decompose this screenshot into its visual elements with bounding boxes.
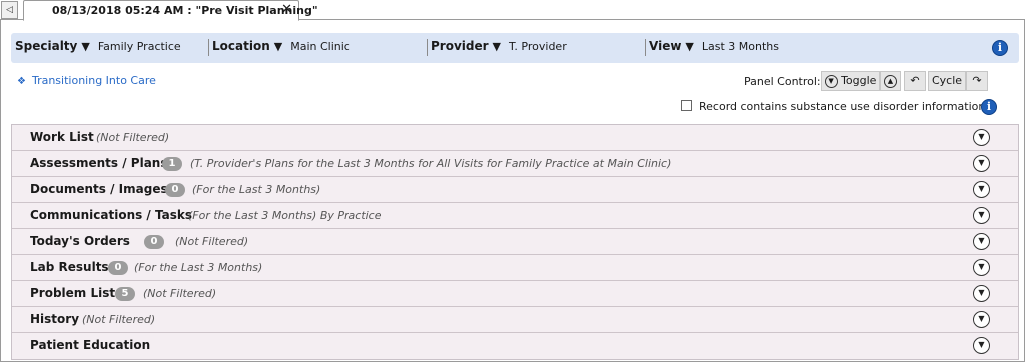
panel-description: (For the Last 3 Months) bbox=[134, 261, 263, 274]
collapse-icon: ▲ bbox=[884, 74, 897, 88]
provider-label: Provider bbox=[431, 39, 489, 53]
undo-arrow-icon: ↶ bbox=[910, 74, 920, 87]
expand-panel-icon[interactable]: ▼ bbox=[973, 155, 990, 172]
panel-work-list[interactable]: Work List (Not Filtered) ▼ bbox=[12, 125, 1018, 151]
panel-todays-orders[interactable]: Today's Orders 0 (Not Filtered) ▼ bbox=[12, 229, 1018, 255]
panel-title: Lab Results bbox=[30, 260, 109, 274]
specialty-label: Specialty bbox=[15, 39, 78, 53]
panel-title: Work List bbox=[30, 130, 94, 144]
specialty-filter[interactable]: Specialty ▼ Family Practice bbox=[15, 39, 181, 53]
panel-title: Today's Orders bbox=[30, 234, 130, 248]
expand-panel-icon[interactable]: ▼ bbox=[973, 233, 990, 250]
substance-use-label: Record contains substance use disorder i… bbox=[699, 100, 986, 113]
cycle-forward-button[interactable]: ↷ bbox=[966, 71, 988, 91]
count-badge: 0 bbox=[108, 261, 128, 275]
tab-pre-visit-planning[interactable]: 08/13/2018 05:24 AM : "Pre Visit Plannin… bbox=[23, 0, 318, 21]
collapse-all-button[interactable]: ▲ bbox=[880, 71, 901, 91]
panel-patient-education[interactable]: Patient Education ▼ bbox=[12, 333, 1018, 359]
specialty-value: Family Practice bbox=[97, 40, 181, 53]
location-value: Main Clinic bbox=[290, 40, 350, 53]
filter-bar: Specialty ▼ Family Practice Location ▼ Main … bbox=[11, 33, 1019, 63]
panel-description: (T. Provider's Plans for the Last 3 Mont… bbox=[190, 157, 672, 170]
chevron-down-icon[interactable]: ▼ bbox=[274, 40, 282, 53]
substance-use-checkbox[interactable] bbox=[681, 100, 692, 111]
panel-title: Problem List bbox=[30, 286, 116, 300]
view-label: View bbox=[649, 39, 682, 53]
panel-control-label: Panel Control: bbox=[744, 75, 821, 88]
care-link-label: Transitioning Into Care bbox=[31, 74, 156, 87]
expand-panel-icon[interactable]: ▼ bbox=[973, 311, 990, 328]
divider bbox=[208, 39, 209, 56]
count-badge: 5 bbox=[115, 287, 135, 301]
chevron-down-icon[interactable]: ▼ bbox=[685, 40, 693, 53]
view-value: Last 3 Months bbox=[701, 40, 780, 53]
expand-panel-icon[interactable]: ▼ bbox=[973, 259, 990, 276]
tab-scroll-left-button[interactable]: ◁ bbox=[1, 1, 18, 19]
cycle-button[interactable]: Cycle bbox=[928, 71, 966, 91]
panel-problem-list[interactable]: Problem List 5 (Not Filtered) ▼ bbox=[12, 281, 1018, 307]
panel-description: (Not Filtered) bbox=[175, 235, 249, 248]
panel-list: Work List (Not Filtered) ▼ Assessments /… bbox=[11, 124, 1019, 360]
expand-icon: ▼ bbox=[824, 74, 838, 88]
tab-title: 08/13/2018 05:24 AM : "Pre Visit Plannin… bbox=[52, 4, 318, 17]
content-frame: Specialty ▼ Family Practice Location ▼ Main … bbox=[0, 20, 1025, 362]
panel-history[interactable]: History (Not Filtered) ▼ bbox=[12, 307, 1018, 333]
transitioning-into-care-link[interactable]: ❖ Transitioning Into Care bbox=[17, 74, 156, 87]
panel-title: Patient Education bbox=[30, 338, 151, 352]
provider-filter[interactable]: Provider ▼ T. Provider bbox=[431, 39, 567, 53]
count-badge: 0 bbox=[144, 235, 164, 249]
expand-panel-icon[interactable]: ▼ bbox=[973, 337, 990, 354]
count-badge: 0 bbox=[165, 183, 185, 197]
divider bbox=[645, 39, 646, 56]
tab-strip: ◁ 08/13/2018 05:24 AM : "Pre Visit Plann… bbox=[0, 0, 1025, 21]
provider-value: T. Provider bbox=[509, 40, 567, 53]
cycle-label: Cycle bbox=[931, 74, 963, 87]
panel-title: History bbox=[30, 312, 80, 326]
close-icon[interactable]: ✕ bbox=[281, 3, 292, 17]
divider bbox=[427, 39, 428, 56]
expand-panel-icon[interactable]: ▼ bbox=[973, 285, 990, 302]
expand-panel-icon[interactable]: ▼ bbox=[973, 207, 990, 224]
toggle-label: Toggle bbox=[841, 74, 877, 87]
chevron-down-icon[interactable]: ▼ bbox=[81, 40, 89, 53]
panel-description: (Not Filtered) bbox=[96, 131, 170, 144]
panel-description: (For the Last 3 Months) bbox=[192, 183, 321, 196]
info-icon[interactable]: i bbox=[981, 99, 997, 115]
location-label: Location bbox=[212, 39, 270, 53]
panel-documents-images[interactable]: Documents / Images 0 (For the Last 3 Mon… bbox=[12, 177, 1018, 203]
panel-description: (Not Filtered) bbox=[143, 287, 217, 300]
panel-description: (Not Filtered) bbox=[82, 313, 156, 326]
chevron-down-icon[interactable]: ▼ bbox=[493, 40, 501, 53]
count-badge: 1 bbox=[162, 157, 182, 171]
redo-arrow-icon: ↷ bbox=[972, 74, 982, 87]
location-filter[interactable]: Location ▼ Main Clinic bbox=[212, 39, 350, 53]
panel-lab-results[interactable]: Lab Results 0 (For the Last 3 Months) ▼ bbox=[12, 255, 1018, 281]
expand-panel-icon[interactable]: ▼ bbox=[973, 129, 990, 146]
diamond-icon: ❖ bbox=[17, 76, 26, 87]
toggle-button[interactable]: ▼ Toggle bbox=[821, 71, 880, 91]
panel-assessments-plans[interactable]: Assessments / Plans 1 (T. Provider's Pla… bbox=[12, 151, 1018, 177]
view-filter[interactable]: View ▼ Last 3 Months bbox=[649, 39, 779, 53]
expand-panel-icon[interactable]: ▼ bbox=[973, 181, 990, 198]
info-icon[interactable]: i bbox=[992, 40, 1008, 56]
panel-description: (For the Last 3 Months) By Practice bbox=[188, 209, 382, 222]
panel-title: Communications / Tasks bbox=[30, 208, 192, 222]
panel-title: Assessments / Plans bbox=[30, 156, 168, 170]
panel-communications-tasks[interactable]: Communications / Tasks (For the Last 3 M… bbox=[12, 203, 1018, 229]
cycle-back-button[interactable]: ↶ bbox=[904, 71, 926, 91]
panel-title: Documents / Images bbox=[30, 182, 168, 196]
